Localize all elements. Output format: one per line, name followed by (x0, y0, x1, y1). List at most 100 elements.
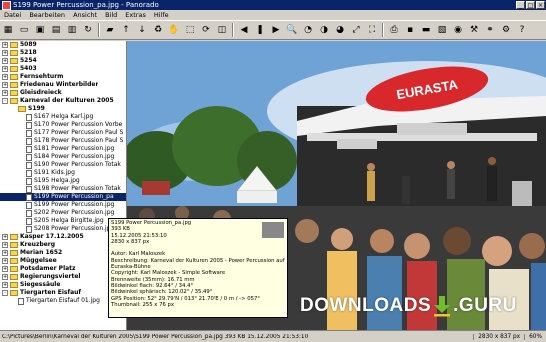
tree-file[interactable]: S199 Power Percussion.jpg (0, 201, 126, 209)
monitor-icon[interactable]: ▭ (18, 24, 30, 36)
recycle-icon[interactable]: ♻ (152, 24, 164, 36)
expand-icon[interactable]: + (2, 82, 8, 88)
tree-label: Tiergarten Eisfauf (20, 289, 82, 296)
tree-file[interactable]: S202 Power Percussion.jpg (0, 209, 126, 217)
toolbar-separator (382, 23, 384, 37)
expand-icon[interactable]: + (2, 58, 8, 64)
tree-file[interactable]: S198 Power Percussion Totak (0, 185, 126, 193)
tree-file[interactable]: S195 Helga.jpg (0, 177, 126, 185)
expand-icon[interactable]: + (2, 258, 8, 264)
tree-file[interactable]: S178 Power Percussion Paul S (0, 137, 126, 145)
tools-icon[interactable]: ⚒ (468, 24, 480, 36)
tree-file[interactable]: S181 Power Percussion.jpg (0, 145, 126, 153)
tree-file[interactable]: S167 Helga Karl.jpg (0, 113, 126, 121)
tree-folder[interactable]: S199 (0, 105, 126, 113)
print-icon[interactable]: ⎙ (388, 24, 400, 36)
refresh-icon[interactable]: ↻ (82, 24, 94, 36)
image-file-icon (26, 185, 32, 193)
next-icon[interactable]: ▶ (270, 24, 282, 36)
expand-icon[interactable]: + (2, 250, 8, 256)
grid-icon[interactable]: ▦ (2, 24, 14, 36)
scanner-icon[interactable]: ▬ (420, 24, 432, 36)
tree-folder[interactable]: + Gleisdreieck (0, 89, 126, 97)
zoom-100-icon[interactable]: ◑ (318, 24, 330, 36)
tree-file[interactable]: S170 Power Percussion Vorbe (0, 121, 126, 129)
watermark-text-right: .GURU (453, 295, 517, 316)
close-button[interactable]: × (536, 1, 545, 9)
file-info-tooltip: S199 Power Percussion_pa.jpg 393 KB 15.1… (108, 218, 288, 318)
zoom-region-icon[interactable]: ⬚ (184, 24, 196, 36)
question-icon[interactable]: ? (516, 24, 528, 36)
tree-label: Merian 1652 (20, 249, 63, 256)
maximize-button[interactable]: □ (526, 1, 535, 9)
crop-icon[interactable]: ◫ (216, 24, 228, 36)
expand-icon[interactable]: + (2, 266, 8, 272)
image-file-icon (26, 201, 32, 209)
expand-icon[interactable]: + (2, 74, 8, 80)
fit-icon[interactable]: ⤢ (350, 24, 362, 36)
tree-file[interactable]: S199 Power Percussion_pa (0, 193, 126, 201)
menu-bearbeiten[interactable]: Bearbeiten (25, 11, 69, 19)
expand-icon[interactable]: + (2, 234, 8, 240)
pause-icon[interactable]: ❚ (254, 24, 266, 36)
expand-icon[interactable]: + (2, 42, 8, 48)
image-file-icon (26, 129, 32, 137)
tree-label: S177 Power Percussion Paul S (34, 129, 124, 136)
tree-folder[interactable]: + Fernsehturm (0, 73, 126, 81)
tree-label: S208 Power Percussion.jpg (34, 225, 115, 232)
tree-file[interactable]: S191 Kids.jpg (0, 169, 126, 177)
new-folder-icon[interactable]: ▰ (104, 24, 116, 36)
tree-folder[interactable]: +5254 (0, 57, 126, 65)
menu-hilfe[interactable]: Hilfe (150, 11, 173, 19)
tree-folder[interactable]: +5403 (0, 65, 126, 73)
zoom-50-icon[interactable]: ◔ (302, 24, 314, 36)
tree-file[interactable]: S184 Power Percussion.jpg (0, 153, 126, 161)
expand-icon[interactable]: + (2, 274, 8, 280)
tree-label: Siegessäule (20, 281, 61, 288)
down-icon[interactable]: ↓ (136, 24, 148, 36)
rotate-icon[interactable]: ⟳ (200, 24, 212, 36)
up-icon[interactable]: ↑ (120, 24, 132, 36)
tree-file[interactable]: S190 Power Percussion Totak (0, 161, 126, 169)
zoom-icon[interactable]: 🔍 (286, 24, 298, 36)
tree-folder[interactable]: +5218 (0, 49, 126, 57)
folder-icon (10, 50, 18, 56)
prev-icon[interactable]: ◀ (238, 24, 250, 36)
folder-icon (10, 250, 18, 256)
fullscreen-icon[interactable]: ⛶ (366, 24, 378, 36)
settings-icon[interactable]: ⚙ (500, 24, 512, 36)
minimize-button[interactable]: _ (516, 1, 525, 9)
save-icon[interactable]: ▪ (404, 24, 416, 36)
collapse-icon[interactable]: - (2, 290, 8, 296)
image-file-icon (26, 145, 32, 153)
folder-icon (10, 290, 18, 296)
zoom-200-icon[interactable]: ◕ (334, 24, 346, 36)
expand-icon[interactable]: + (2, 282, 8, 288)
menu-datei[interactable]: Datei (0, 11, 25, 19)
link-icon[interactable]: ⚭ (484, 24, 496, 36)
folder-icon (10, 58, 18, 64)
tree-label: Regierungsviertel (20, 273, 81, 280)
watermark: DOWNLOADS .GURU (300, 290, 544, 322)
expand-icon[interactable]: + (2, 90, 8, 96)
filmstrip-icon[interactable]: ▤ (50, 24, 62, 36)
image-file-icon (26, 153, 32, 161)
image-icon[interactable]: ▣ (34, 24, 46, 36)
tree-folder[interactable]: + Friedenau Winterbilder (0, 81, 126, 89)
tree-file[interactable]: S177 Power Percussion Paul S (0, 129, 126, 137)
menu-bild[interactable]: Bild (101, 11, 121, 19)
hand-icon[interactable]: ✋ (168, 24, 180, 36)
camera-icon[interactable]: ◉ (452, 24, 464, 36)
status-zoom: 60% (524, 333, 546, 340)
collapse-icon[interactable]: - (2, 98, 8, 104)
tree-folder[interactable]: - Karneval der Kulturen 2005 (0, 97, 126, 105)
photo-icon[interactable]: ▧ (436, 24, 448, 36)
menu-ansicht[interactable]: Ansicht (69, 11, 101, 19)
expand-icon[interactable]: + (2, 50, 8, 56)
slideshow-icon[interactable]: ▥ (66, 24, 78, 36)
menu-bar: Datei Bearbeiten Ansicht Bild Extras Hil… (0, 10, 546, 20)
expand-icon[interactable]: + (2, 66, 8, 72)
expand-icon[interactable]: + (2, 242, 8, 248)
tree-folder[interactable]: +5089 (0, 41, 126, 49)
menu-extras[interactable]: Extras (121, 11, 150, 19)
